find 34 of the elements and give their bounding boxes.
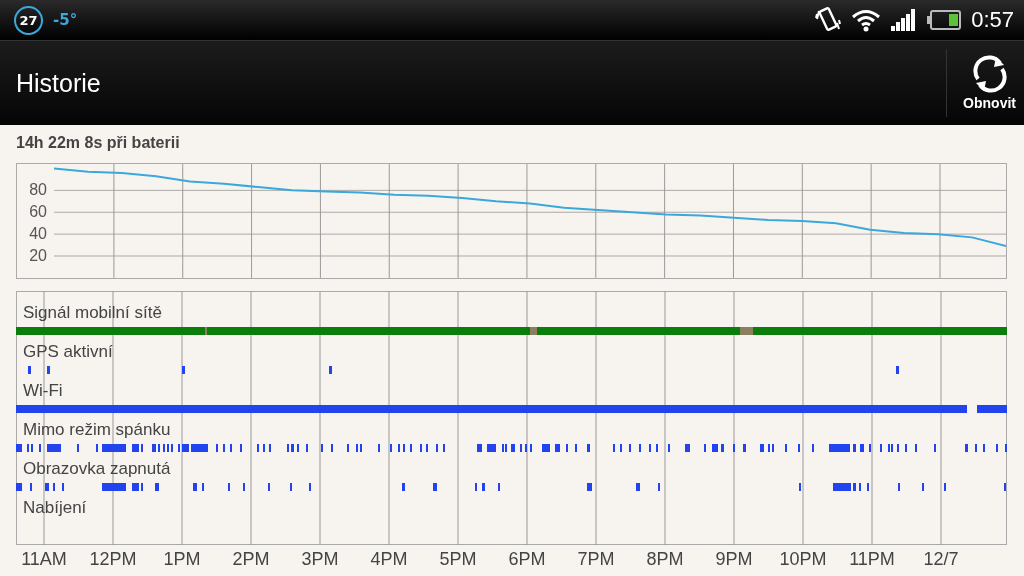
time-axis-label: 7PM bbox=[577, 549, 615, 570]
wifi-icon bbox=[851, 8, 882, 32]
battery-icon bbox=[927, 10, 962, 30]
time-axis-label: 3PM bbox=[301, 549, 339, 570]
time-axis-label: 9PM bbox=[715, 549, 753, 570]
y-tick-label: 40 bbox=[29, 225, 47, 244]
refresh-button[interactable]: Obnovit bbox=[946, 49, 1024, 117]
time-axis-label: 10PM bbox=[779, 549, 827, 570]
time-axis-label: 8PM bbox=[646, 549, 684, 570]
track-label: Signál mobilní sítě bbox=[23, 302, 162, 324]
time-axis-label: 5PM bbox=[439, 549, 477, 570]
time-axis-label: 11PM bbox=[849, 549, 895, 570]
temperature-indicator: -5° bbox=[53, 11, 78, 29]
track-label: Nabíjení bbox=[23, 497, 87, 519]
time-axis-label: 12PM bbox=[89, 549, 137, 570]
time-axis-label: 4PM bbox=[370, 549, 408, 570]
clock: 0:57 bbox=[971, 7, 1014, 33]
time-axis-label: 11AM bbox=[21, 549, 67, 570]
track-label: Wi-Fi bbox=[23, 380, 63, 402]
time-axis-label: 6PM bbox=[508, 549, 546, 570]
signal-icon bbox=[891, 9, 918, 31]
screen-title: Historie bbox=[15, 68, 101, 98]
time-axis-label: 1PM bbox=[163, 549, 201, 570]
time-axis-label: 2PM bbox=[232, 549, 270, 570]
time-axis-label: 12/7 bbox=[923, 549, 959, 570]
y-tick-label: 60 bbox=[29, 203, 47, 222]
y-tick-label: 20 bbox=[29, 247, 47, 266]
track-label: Obrazovka zapnutá bbox=[23, 458, 171, 480]
track-label: GPS aktivní bbox=[23, 341, 113, 363]
vibrate-icon bbox=[815, 6, 842, 34]
battery-duration-text: 14h 22m 8s při baterii bbox=[16, 134, 181, 153]
track-label: Mimo režim spánku bbox=[23, 419, 171, 441]
battery-percent-badge: 27 bbox=[14, 5, 43, 35]
y-tick-label: 80 bbox=[29, 181, 47, 200]
